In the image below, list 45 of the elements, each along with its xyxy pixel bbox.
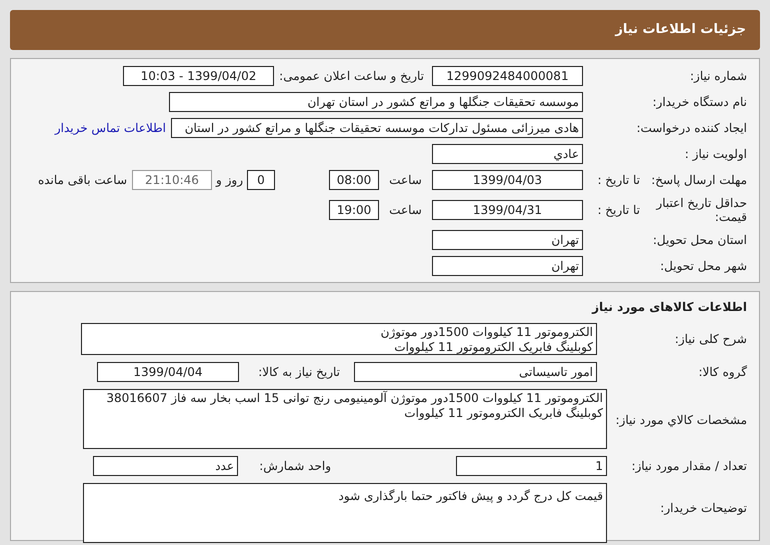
field-label: استان محل تحویل: — [652, 232, 747, 249]
text-field[interactable]: 21:10:46 — [132, 170, 212, 190]
section-title: اطلاعات کالاهای مورد نیاز — [592, 299, 747, 316]
field-label: تا تاریخ : — [596, 202, 640, 219]
text-area[interactable]: الکتروموتور 11 کیلووات 1500دور موتوژن آلومینیومی رنج توانی 15 اسب بخار سه فاز 38016607 کوبلینگ فابریک الکتروموتور 11 کیلووات — [83, 389, 607, 449]
field-label: روز و — [214, 172, 244, 189]
field-label: اولویت نیاز : — [684, 146, 747, 163]
field-label: مشخصات کالاي مورد نیاز: — [614, 412, 747, 429]
field-label: شهر محل تحویل: — [659, 258, 747, 275]
field-label: مهلت ارسال پاسخ: — [650, 172, 747, 189]
text-field[interactable]: موسسه تحقیقات جنگلها و مراتع کشور در استان تهران — [169, 92, 583, 112]
field-label: ایجاد کننده درخواست: — [635, 120, 747, 137]
field-label: ساعت — [388, 202, 423, 219]
field-label: توضیحات خریدار: — [659, 500, 747, 517]
text-field[interactable]: 1399/04/04 — [97, 362, 239, 382]
field-label: شرح کلی نیاز: — [674, 331, 747, 348]
text-field[interactable]: 1399/04/02 - 10:03 — [123, 66, 274, 86]
text-field[interactable]: 1399/04/31 — [432, 200, 583, 220]
field-label: شماره نیاز: — [689, 68, 747, 85]
text-area[interactable]: الکتروموتور 11 کیلووات 1500دور موتوژن کوبلینگ فابریک الکتروموتور 11 کیلووات — [81, 323, 597, 355]
field-label: واحد شمارش: — [258, 458, 332, 475]
field-label: تاریخ و ساعت اعلان عمومی: — [278, 68, 425, 85]
field-label: تا تاریخ : — [596, 172, 640, 189]
contact-link[interactable]: اطلاعات تماس خریدار — [54, 119, 166, 137]
text-field[interactable]: هادی میرزائی مسئول تدارکات موسسه تحقیقات جنگلها و مراتع کشور در استان — [171, 118, 583, 138]
text-field[interactable]: تهران — [432, 256, 583, 276]
text-field[interactable]: امور تاسیساتی — [354, 362, 597, 382]
field-label: نام دستگاه خریدار: — [652, 94, 747, 111]
field-label: گروه کالا: — [698, 364, 747, 381]
text-field[interactable]: 0 — [247, 170, 275, 190]
text-field[interactable]: 19:00 — [329, 200, 379, 220]
text-field[interactable]: 1 — [456, 456, 607, 476]
text-field[interactable]: تهران — [432, 230, 583, 250]
text-field[interactable]: 08:00 — [329, 170, 379, 190]
text-field[interactable]: عادي — [432, 144, 583, 164]
field-label: تعداد / مقدار مورد نیاز: — [630, 458, 747, 475]
text-area[interactable]: قیمت کل درج گردد و پیش فاکتور حتما بارگذاری شود — [83, 483, 607, 543]
text-field[interactable]: 1399/04/03 — [432, 170, 583, 190]
field-label: ساعت باقی مانده — [38, 172, 128, 189]
field-label: حداقل تاریخ اعتبار قیمت: — [654, 196, 747, 224]
header-title: جزئیات اطلاعات نیاز — [615, 21, 746, 40]
text-field[interactable]: 1299092484000081 — [432, 66, 583, 86]
field-label: ساعت — [388, 172, 423, 189]
text-field[interactable]: عدد — [93, 456, 238, 476]
field-label: تاریخ نیاز به کالا: — [257, 364, 341, 381]
